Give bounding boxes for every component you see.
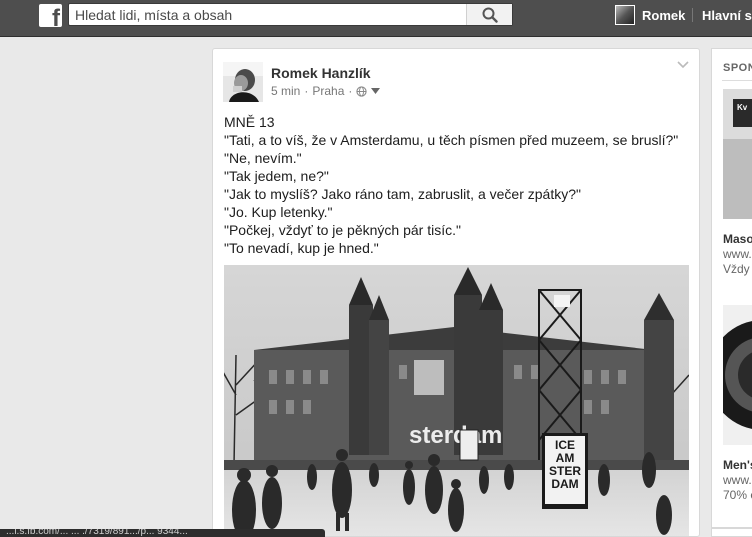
ad-description: 70% c (723, 488, 752, 502)
sponsored-label: SPON (723, 62, 752, 74)
post-time[interactable]: 5 min (271, 84, 300, 98)
post-photo[interactable]: sterdam ICE AM STER DAM (224, 265, 689, 536)
rijksmuseum-skating-photo: sterdam ICE AM STER DAM (224, 265, 689, 536)
post-location[interactable]: Praha (312, 84, 344, 98)
post-text: MNĚ 13 "Tati, a to víš, že v Amsterdamu,… (224, 113, 694, 257)
ad-thumb-text: Kv (737, 103, 748, 112)
status-url: ...l.s.fb.com/... ... ./7319/891.../p...… (6, 529, 188, 537)
user-avatar[interactable] (615, 5, 635, 25)
search-icon (482, 7, 498, 23)
home-link[interactable]: Hlavní st (702, 8, 752, 23)
privacy-dropdown-icon[interactable] (371, 88, 381, 94)
post-author-name[interactable]: Romek Hanzlík (271, 65, 371, 81)
post-text-line: "Ne, nevím." (224, 150, 302, 166)
sponsored-sidebar: SPON Kv Maso www. Vždy Men's www. 70% c (711, 48, 752, 528)
ad-url[interactable]: www. (723, 247, 752, 261)
author-photo (223, 62, 263, 102)
sidebar-divider (722, 80, 752, 81)
author-avatar[interactable] (223, 62, 263, 102)
ice-sign-line: STER (549, 464, 581, 478)
ad-description: Vždy (723, 262, 750, 276)
ad-title[interactable]: Men's (723, 458, 752, 472)
post-text-line: "Jak to myslíš? Jako ráno tam, zabruslit… (224, 186, 581, 202)
ad-title[interactable]: Maso (723, 232, 752, 246)
user-name-link[interactable]: Romek (642, 8, 685, 23)
post-text-line: MNĚ 13 (224, 114, 275, 130)
post-meta: 5 min · Praha · (271, 84, 381, 98)
globe-icon[interactable] (356, 85, 368, 97)
post-text-line: "To nevadí, kup je hned." (224, 240, 379, 256)
ad-image-1: Kv (723, 89, 752, 219)
sidebar-next-card (711, 528, 752, 537)
ad-image-2 (723, 305, 752, 445)
post-text-line: "Tak jedem, ne?" (224, 168, 329, 184)
news-feed-post: Romek Hanzlík 5 min · Praha · MNĚ 13 "Ta… (212, 48, 700, 537)
ad-image[interactable] (723, 305, 752, 445)
ad-image[interactable]: Kv (723, 89, 752, 219)
post-options-chevron-icon[interactable] (677, 61, 689, 69)
post-text-line: "Počkej, vždyť to je pěkných pár tisíc." (224, 222, 461, 238)
ice-sign-line: ICE (555, 438, 575, 452)
ice-sign-line: AM (556, 451, 575, 465)
search-box (68, 3, 513, 26)
facebook-logo-icon[interactable]: f (39, 4, 62, 27)
browser-status-bar: ...l.s.fb.com/... ... ./7319/891.../p...… (0, 529, 325, 537)
search-input[interactable] (75, 6, 465, 23)
nav-divider (692, 8, 693, 22)
search-button[interactable] (466, 4, 512, 25)
post-text-line: "Tati, a to víš, že v Amsterdamu, u těch… (224, 132, 679, 148)
ad-url[interactable]: www. (723, 473, 752, 487)
ice-sign-line: DAM (551, 477, 578, 491)
iamsterdam-letters: sterdam (409, 422, 502, 449)
meta-separator-2: · (348, 84, 353, 98)
top-bar: f Romek Hlavní st (0, 0, 752, 37)
meta-separator: · (304, 84, 309, 98)
post-text-line: "Jo. Kup letenky." (224, 204, 333, 220)
